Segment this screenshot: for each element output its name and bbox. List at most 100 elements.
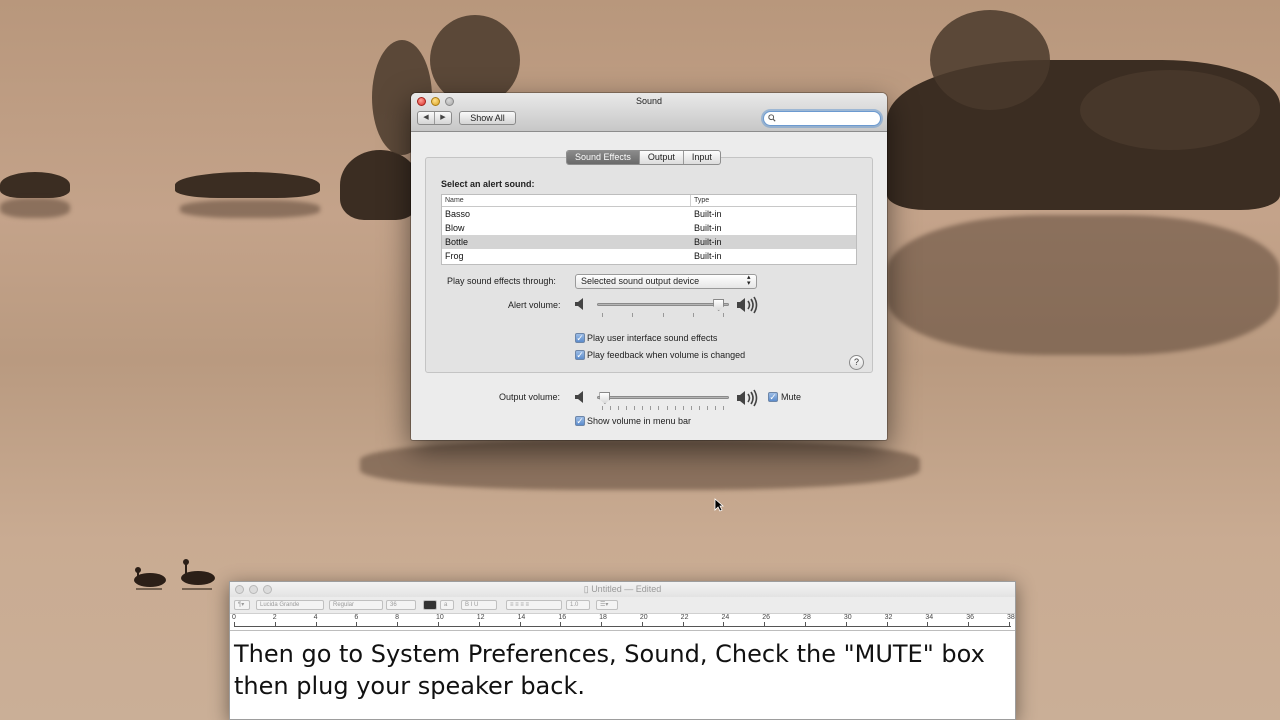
- alignment-buttons[interactable]: ≡ ≡ ≡ ≡: [506, 600, 562, 610]
- output-volume-label: Output volume:: [499, 392, 561, 402]
- ruler-label: 6: [354, 614, 359, 621]
- document-edited-status: — Edited: [624, 584, 662, 594]
- table-header: Name Type: [442, 195, 856, 207]
- speaker-low-icon[interactable]: [574, 297, 586, 311]
- cell-name: Blow: [445, 223, 465, 233]
- ruler-tick: [682, 622, 684, 626]
- search-icon: [768, 114, 776, 122]
- search-input[interactable]: [778, 113, 876, 124]
- ruler-label: 14: [517, 614, 526, 621]
- bold-italic-underline-buttons[interactable]: B I U: [461, 600, 497, 610]
- play-through-popup[interactable]: Selected sound output device ▴ ▾: [575, 274, 757, 289]
- speaker-high-icon[interactable]: [736, 296, 760, 314]
- output-volume-ticks: [602, 406, 724, 410]
- list-bullets-popup[interactable]: ☰▾: [596, 600, 618, 610]
- document-title: ▯ Untitled — Edited: [230, 584, 1015, 595]
- select-alert-label: Select an alert sound:: [441, 179, 535, 189]
- speaker-low-icon[interactable]: [574, 390, 586, 404]
- font-size-popup[interactable]: 36: [386, 600, 416, 610]
- paragraph-styles-button[interactable]: ¶▾: [234, 600, 250, 610]
- tab-output[interactable]: Output: [640, 151, 684, 164]
- cell-type: Built-in: [694, 223, 722, 233]
- ruler-label: 30: [843, 614, 852, 621]
- ducks-image: [134, 559, 215, 590]
- table-row[interactable]: Frog Built-in: [442, 249, 856, 263]
- tab-input[interactable]: Input: [684, 151, 720, 164]
- mute-label: Mute: [781, 392, 802, 402]
- ruler-label: 4: [313, 614, 318, 621]
- font-style-popup[interactable]: Regular: [329, 600, 383, 610]
- tab-sound-effects[interactable]: Sound Effects: [567, 151, 640, 164]
- table-row[interactable]: Blow Built-in: [442, 221, 856, 235]
- ruler-tick: [845, 622, 847, 626]
- cell-name: Bottle: [445, 237, 469, 247]
- island-left: [340, 150, 420, 220]
- font-family-popup[interactable]: Lucida Grande: [256, 600, 324, 610]
- chevron-updown-icon: ▴ ▾: [747, 274, 751, 287]
- forward-icon[interactable]: ▶: [435, 112, 451, 124]
- reflection-mid: [180, 200, 320, 218]
- ruler-tick: [478, 622, 480, 626]
- mouse-pointer-icon: [714, 498, 724, 512]
- ruler-tick: [805, 622, 807, 626]
- tree-center: [430, 15, 520, 105]
- ruler-label: 32: [884, 614, 893, 621]
- text-line-1: Then go to System Preferences, Sound, Ch…: [234, 640, 985, 668]
- search-field[interactable]: [763, 111, 881, 126]
- ruler-label: 10: [435, 614, 444, 621]
- ruler-tick: [234, 622, 235, 626]
- line-spacing-popup[interactable]: 1.0: [566, 600, 590, 610]
- cell-type: Built-in: [694, 237, 722, 247]
- ruler[interactable]: 0 2 4 6 8 10 12 14 16 18 20 22 24 26 28 30 32 34 36 38: [230, 614, 1015, 631]
- ruler-label: 38: [1007, 614, 1015, 621]
- document-name: Untitled: [591, 584, 622, 594]
- highlight-color-swatch[interactable]: a: [440, 600, 454, 610]
- column-header-type[interactable]: Type: [691, 195, 709, 206]
- feedback-checkbox[interactable]: ✓: [575, 350, 585, 360]
- ruler-tick: [764, 622, 766, 626]
- cell-type: Built-in: [694, 209, 722, 219]
- ruler-tick: [886, 622, 888, 626]
- show-volume-menubar-label: Show volume in menu bar: [587, 416, 692, 426]
- textedit-window: ▯ Untitled — Edited ¶▾ Lucida Grande Reg…: [229, 581, 1016, 720]
- ui-sounds-checkbox[interactable]: ✓: [575, 333, 585, 343]
- ruler-line: [234, 626, 1011, 627]
- ruler-label: 26: [762, 614, 771, 621]
- ruler-label: 20: [639, 614, 648, 621]
- speaker-high-icon[interactable]: [736, 389, 760, 407]
- rock-left: [0, 172, 70, 198]
- show-volume-menubar-checkbox[interactable]: ✓: [575, 416, 585, 426]
- show-all-button[interactable]: Show All: [459, 111, 516, 125]
- reflection-right: [887, 215, 1280, 355]
- help-button[interactable]: ?: [849, 355, 864, 370]
- back-forward-control: ◀ ▶: [417, 111, 452, 125]
- textedit-titlebar[interactable]: ▯ Untitled — Edited: [230, 582, 1015, 597]
- feedback-label: Play feedback when volume is changed: [587, 350, 746, 360]
- alert-volume-track[interactable]: [597, 303, 729, 306]
- ui-sounds-label: Play user interface sound effects: [587, 333, 718, 343]
- document-text[interactable]: Then go to System Preferences, Sound, Ch…: [234, 638, 1011, 702]
- play-through-label: Play sound effects through:: [447, 276, 556, 286]
- cell-name: Frog: [445, 251, 464, 261]
- text-color-swatch[interactable]: [423, 600, 437, 610]
- popup-value: Selected sound output device: [581, 276, 700, 286]
- mute-checkbox[interactable]: ✓: [768, 392, 778, 402]
- window-title: Sound: [635, 96, 663, 106]
- ruler-label: 24: [721, 614, 730, 621]
- output-volume-track[interactable]: [597, 396, 729, 399]
- output-volume-knob[interactable]: [599, 392, 611, 404]
- ruler-tick: [356, 622, 358, 626]
- rocks-middle-left: [175, 172, 320, 198]
- ruler-label: 8: [395, 614, 400, 621]
- table-row-selected[interactable]: Bottle Built-in: [442, 235, 856, 249]
- ruler-tick: [437, 622, 439, 626]
- window-titlebar[interactable]: Sound ◀ ▶ Show All: [411, 93, 887, 132]
- ruler-label: 34: [925, 614, 934, 621]
- ruler-tick: [519, 622, 521, 626]
- alert-volume-label: Alert volume:: [508, 300, 561, 310]
- shrubs-right: [1080, 70, 1260, 150]
- back-icon[interactable]: ◀: [418, 112, 435, 124]
- table-row[interactable]: Basso Built-in: [442, 207, 856, 221]
- ruler-label: 22: [680, 614, 689, 621]
- column-header-name[interactable]: Name: [442, 195, 691, 206]
